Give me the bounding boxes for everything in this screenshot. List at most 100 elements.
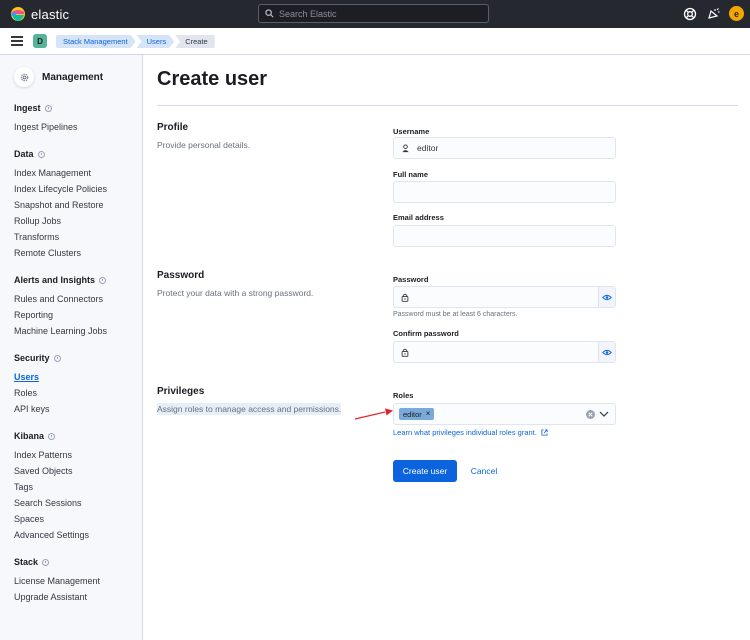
breadcrumb: Stack Management Users Create xyxy=(56,35,216,48)
learn-roles-link-text: Learn what privileges individual roles g… xyxy=(393,428,537,437)
info-icon xyxy=(44,104,52,112)
user-avatar[interactable]: e xyxy=(729,6,744,21)
username-label: Username xyxy=(393,127,430,136)
help-lifebuoy-icon[interactable] xyxy=(683,7,697,21)
profile-section-description: Provide personal details. xyxy=(157,140,251,150)
sidebar-item-machine-learning-jobs[interactable]: Machine Learning Jobs xyxy=(14,323,107,339)
password-section-description: Protect your data with a strong password… xyxy=(157,288,314,298)
sidebar-header: Management xyxy=(14,67,103,87)
space-avatar[interactable]: D xyxy=(33,34,47,48)
clear-roles-icon[interactable] xyxy=(586,410,595,419)
fullname-input[interactable] xyxy=(394,182,615,202)
info-icon xyxy=(53,354,61,362)
global-search[interactable] xyxy=(258,4,489,23)
user-icon xyxy=(394,143,411,153)
sidebar-item-index-patterns[interactable]: Index Patterns xyxy=(14,447,89,463)
search-input[interactable] xyxy=(279,8,479,19)
sidebar-group-ingest: Ingest Ingest Pipelines xyxy=(14,102,78,135)
sidebar-item-saved-objects[interactable]: Saved Objects xyxy=(14,463,89,479)
elastic-logo[interactable]: elastic xyxy=(10,6,69,22)
search-icon xyxy=(265,9,274,18)
email-label: Email address xyxy=(393,213,444,222)
info-icon xyxy=(42,558,50,566)
show-confirm-password-eye-icon[interactable] xyxy=(598,342,615,362)
group-title-kibana: Kibana xyxy=(14,431,45,441)
email-input[interactable] xyxy=(394,226,615,246)
main-content: Create user Profile Provide personal det… xyxy=(143,55,750,640)
privileges-section-description: Assign roles to manage access and permis… xyxy=(157,403,342,415)
lock-icon xyxy=(394,293,410,302)
password-input[interactable] xyxy=(410,287,599,307)
sidebar-item-upgrade-assistant[interactable]: Upgrade Assistant xyxy=(14,589,100,605)
sidebar-group-kibana: Kibana Index Patterns Saved Objects Tags… xyxy=(14,430,89,543)
sidebar-group-alerts: Alerts and Insights Rules and Connectors… xyxy=(14,274,107,339)
sidebar-item-license-management[interactable]: License Management xyxy=(14,573,100,589)
top-header: elastic e xyxy=(0,0,750,28)
sidebar-group-stack: Stack License Management Upgrade Assista… xyxy=(14,556,100,605)
cancel-button[interactable]: Cancel xyxy=(463,460,505,482)
role-chip-label: editor xyxy=(403,409,422,419)
sidebar-item-ingest-pipelines[interactable]: Ingest Pipelines xyxy=(14,119,78,135)
profile-section-title: Profile xyxy=(157,122,189,133)
breadcrumb-create: Create xyxy=(175,35,215,48)
info-icon xyxy=(99,276,107,284)
confirm-password-field[interactable] xyxy=(393,341,616,363)
page-title: Create user xyxy=(157,68,268,90)
create-user-button[interactable]: Create user xyxy=(393,460,457,482)
roles-combobox[interactable]: editor × xyxy=(393,403,616,425)
group-title-ingest: Ingest xyxy=(14,103,41,113)
fullname-label: Full name xyxy=(393,170,429,179)
sidebar-item-rules-and-connectors[interactable]: Rules and Connectors xyxy=(14,291,107,307)
role-chip-editor: editor × xyxy=(399,408,435,420)
username-input[interactable] xyxy=(411,138,615,158)
brand-name: elastic xyxy=(31,6,70,22)
privileges-section-title: Privileges xyxy=(157,386,205,397)
info-icon xyxy=(48,432,56,440)
sidebar-item-tags[interactable]: Tags xyxy=(14,479,89,495)
sidebar-item-roles[interactable]: Roles xyxy=(14,385,61,401)
password-field[interactable] xyxy=(393,286,616,308)
title-divider xyxy=(157,105,738,106)
group-title-data: Data xyxy=(14,149,34,159)
annotation-arrow xyxy=(354,408,393,420)
sidebar-item-spaces[interactable]: Spaces xyxy=(14,511,89,527)
password-section-title: Password xyxy=(157,270,205,281)
sidebar-group-data: Data Index Management Index Lifecycle Po… xyxy=(14,148,107,261)
confirm-password-input[interactable] xyxy=(410,342,599,362)
sidebar-title: Management xyxy=(42,71,104,83)
chevron-down-icon[interactable] xyxy=(599,410,609,418)
group-title-stack: Stack xyxy=(14,557,39,567)
confirm-password-label: Confirm password xyxy=(393,329,459,338)
remove-role-icon[interactable]: × xyxy=(426,410,431,418)
group-title-alerts: Alerts and Insights xyxy=(14,275,96,285)
sidebar-item-index-lifecycle-policies[interactable]: Index Lifecycle Policies xyxy=(14,181,107,197)
email-field[interactable] xyxy=(393,225,616,247)
sidebar-item-search-sessions[interactable]: Search Sessions xyxy=(14,495,89,511)
menu-toggle-icon[interactable] xyxy=(11,36,23,46)
password-help-text: Password must be at least 6 characters. xyxy=(393,311,518,318)
fullname-field[interactable] xyxy=(393,181,616,203)
info-icon xyxy=(37,150,45,158)
breadcrumb-stack-management[interactable]: Stack Management xyxy=(56,35,136,48)
sidebar-item-transforms[interactable]: Transforms xyxy=(14,229,107,245)
sidebar-item-snapshot-and-restore[interactable]: Snapshot and Restore xyxy=(14,197,107,213)
sidebar-item-api-keys[interactable]: API keys xyxy=(14,401,61,417)
elastic-logo-icon xyxy=(11,7,25,21)
external-link-icon xyxy=(541,429,548,436)
sidebar-item-remote-clusters[interactable]: Remote Clusters xyxy=(14,245,107,261)
username-field[interactable] xyxy=(393,137,616,159)
show-password-eye-icon[interactable] xyxy=(598,287,615,307)
gear-icon xyxy=(14,67,34,87)
password-label: Password xyxy=(393,275,429,284)
sidebar-item-reporting[interactable]: Reporting xyxy=(14,307,107,323)
newsfeed-icon[interactable] xyxy=(706,7,720,21)
breadcrumb-users[interactable]: Users xyxy=(137,35,175,48)
sidebar-item-users[interactable]: Users xyxy=(14,369,61,385)
sidebar-item-advanced-settings[interactable]: Advanced Settings xyxy=(14,527,89,543)
management-sidebar: Management Ingest Ingest Pipelines Data … xyxy=(0,55,143,640)
breadcrumb-bar: D Stack Management Users Create xyxy=(0,28,750,55)
learn-roles-link[interactable]: Learn what privileges individual roles g… xyxy=(393,428,548,437)
sidebar-item-index-management[interactable]: Index Management xyxy=(14,165,107,181)
sidebar-item-rollup-jobs[interactable]: Rollup Jobs xyxy=(14,213,107,229)
group-title-security: Security xyxy=(14,353,50,363)
